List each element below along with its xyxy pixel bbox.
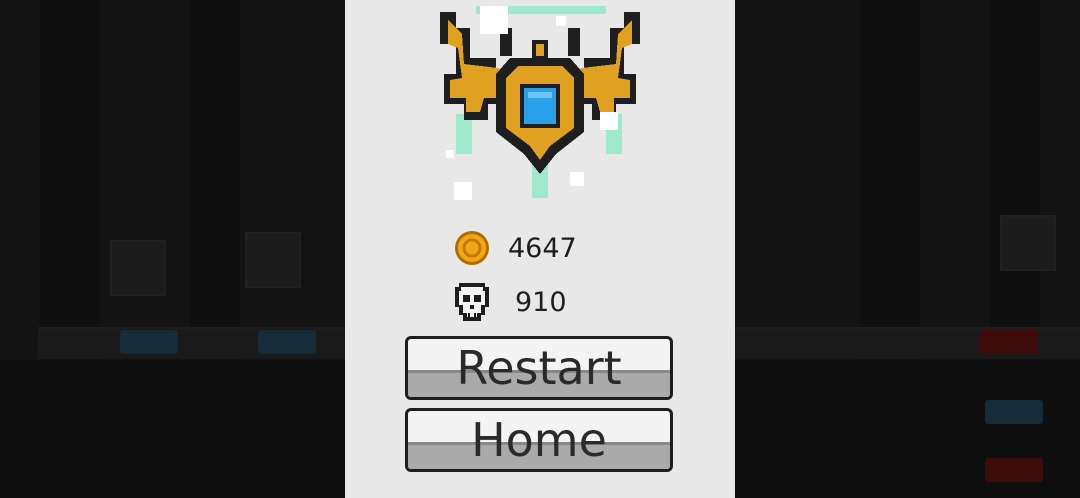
kill-stat: 910 [451, 281, 567, 323]
kill-count: 910 [515, 286, 567, 318]
golden-winged-emblem-icon [440, 6, 640, 200]
home-button[interactable]: Home [405, 408, 673, 472]
coin-count: 4647 [508, 232, 577, 264]
restart-label: Restart [456, 341, 622, 395]
coin-stat: 4647 [454, 230, 577, 266]
restart-button[interactable]: Restart [405, 336, 673, 400]
home-label: Home [471, 413, 607, 467]
coin-icon [455, 231, 489, 265]
skull-icon [455, 283, 489, 321]
